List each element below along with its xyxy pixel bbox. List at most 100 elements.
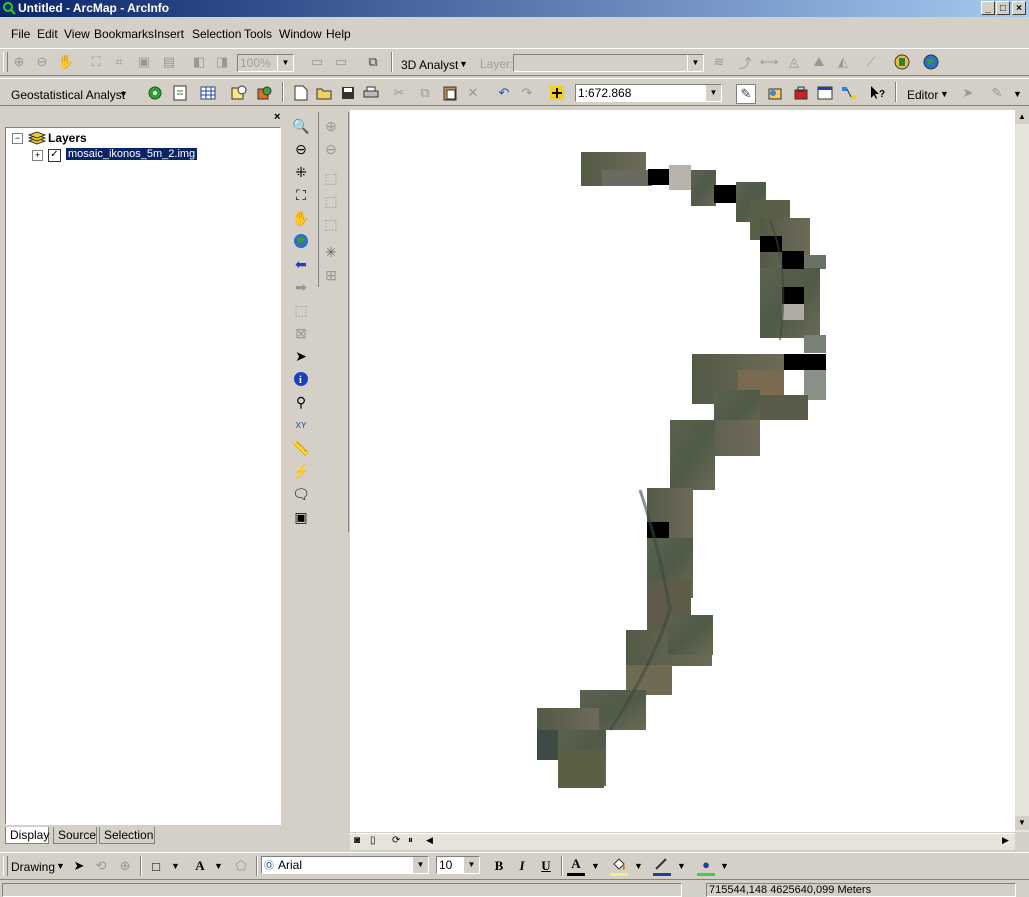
font-name-combo[interactable]: Ⓞ Arial ▼ [261,856,429,874]
whats-this-icon[interactable]: ? [868,84,886,102]
html-popup-icon[interactable]: 🗨 [291,484,311,504]
interpolate-polygon-icon[interactable]: ◭ [834,53,852,71]
scroll-right-icon[interactable]: ▶ [1002,835,1009,846]
pan-icon[interactable]: ✋ [57,53,75,71]
interpolate-line-icon[interactable]: ⛰ [810,53,828,71]
data-view-icon[interactable]: ◙ [354,835,360,846]
chevron-down-icon[interactable]: ▼ [940,89,949,99]
fixed-zoom-in-icon[interactable]: ⁜ [291,162,311,182]
tab-source[interactable]: Source [53,827,97,844]
3d-analyst-menu[interactable]: 3D Analyst [401,58,458,72]
arcscene-icon[interactable] [893,53,911,71]
line-of-sight-icon[interactable]: ⟷ [760,53,779,71]
editor-menu[interactable]: Editor [907,88,938,102]
profile-graph-icon[interactable]: ⟋ [862,53,880,71]
chevron-down-icon[interactable]: ▼ [171,861,180,871]
model-builder-icon[interactable] [840,84,858,102]
menu-window[interactable]: Window [279,27,322,41]
zoom-out-fixed-icon[interactable]: ⊖ [33,53,51,71]
zoom-100-icon[interactable]: ▤ [160,53,178,71]
zoom-percent-combo[interactable]: 100% ▼ [237,54,294,72]
layout-view-icon[interactable]: ▯ [370,835,376,846]
bold-button[interactable]: B [490,857,508,875]
arccatalog-icon[interactable] [766,84,784,102]
editor-toolbar-icon[interactable]: ✎ [736,84,756,104]
menu-view[interactable]: View [64,27,90,41]
font-color-button[interactable]: A [567,855,585,876]
chevron-down-icon[interactable]: ▼ [677,861,686,871]
back-extent-icon[interactable]: ◧ [190,53,208,71]
arctoolbox-icon[interactable] [792,84,810,102]
chevron-down-icon[interactable]: ▼ [56,861,65,871]
layer-visibility-checkbox[interactable]: ✓ [48,149,61,162]
full-extent-icon[interactable]: ⛶ [87,53,105,71]
marker-color-icon[interactable]: ● [697,855,715,876]
print-icon[interactable] [362,84,380,102]
font-size-combo[interactable]: 10 ▼ [436,856,480,874]
chevron-down-icon[interactable]: ▼ [591,861,600,871]
measure-icon[interactable]: 📏 [291,438,311,458]
expand-icon[interactable]: + [32,150,43,161]
close-icon[interactable]: × [274,111,280,123]
go-back-arrow-icon[interactable]: ⬅ [291,254,311,274]
hyperlink-lightning-icon[interactable]: ⚡ [291,461,311,481]
edit-vertices-icon[interactable]: ⬠ [232,857,250,875]
new-document-icon[interactable] [292,84,310,102]
pan-hand-icon[interactable]: ✋ [291,208,311,228]
layout-zoom-out-icon[interactable]: ⊖ [321,139,341,159]
maximize-button[interactable]: □ [996,1,1010,15]
select-features-icon[interactable]: ⬚ [291,300,311,320]
save-icon[interactable] [339,84,357,102]
layout-magnifier-icon[interactable]: ⊞ [321,265,341,285]
contour-icon[interactable]: ≋ [710,53,728,71]
go-forward-arrow-icon[interactable]: ➡ [291,277,311,297]
focus-frame-icon[interactable]: ▭ [332,53,350,71]
line-color-icon[interactable] [653,855,671,876]
layout-fixed-zoom-icon[interactable]: ⬚ [321,168,341,188]
map-horizontal-scrollbar[interactable]: ◙ ▯ ⟳ ⏸ ◀ ▶ [350,833,1015,850]
close-button[interactable]: × [1012,1,1026,15]
arcglobe-icon[interactable] [922,53,940,71]
find-binoculars-icon[interactable]: ⚲ [291,392,311,412]
table-icon[interactable] [199,84,217,102]
map-vertical-scrollbar[interactable]: ▲ ▼ [1015,110,1029,832]
delete-icon[interactable]: ✕ [464,84,482,102]
layout-whole-page-icon[interactable]: ⬚ [321,214,341,234]
time-slider-icon[interactable]: ▣ [291,507,311,527]
full-extent-globe-icon[interactable] [291,231,311,251]
menu-edit[interactable]: Edit [37,27,58,41]
fixed-zoom-icon[interactable]: ⌗ [110,53,128,71]
geostat-wizard-icon[interactable] [171,84,189,102]
toolbar-grip[interactable] [3,856,8,876]
chevron-down-icon[interactable]: ▼ [634,861,643,871]
minimize-button[interactable]: _ [981,1,995,15]
layer-combo[interactable]: ▼ [513,54,704,72]
tab-display[interactable]: Display [5,827,49,844]
redo-icon[interactable]: ↷ [518,84,536,102]
chevron-down-icon[interactable]: ▼ [720,861,729,871]
italic-button[interactable]: I [513,857,531,875]
map-view[interactable] [350,110,1015,832]
text-tool-icon[interactable]: A [191,857,209,875]
rectangle-icon[interactable]: □ [147,857,165,875]
chevron-down-icon[interactable]: ▼ [687,55,703,71]
menu-insert[interactable]: Insert [154,27,184,41]
chevron-down-icon[interactable]: ▼ [119,89,128,99]
toggle-draft-icon[interactable]: ▭ [308,53,326,71]
menu-file[interactable]: File [11,27,30,41]
pause-drawing-icon[interactable]: ⏸ [408,835,413,846]
chevron-down-icon[interactable]: ▼ [459,59,468,69]
command-line-icon[interactable] [816,84,834,102]
identify-icon[interactable]: i [291,369,311,389]
undo-icon[interactable]: ↶ [495,84,513,102]
refresh-icon[interactable]: ⟳ [392,835,400,846]
layer-name-selected[interactable]: mosaic_ikonos_5m_2.img [64,147,199,161]
add-data-icon[interactable] [548,84,566,102]
drawing-menu[interactable]: Drawing [11,860,55,874]
chevron-down-icon[interactable]: ▼ [214,861,223,871]
layout-pan-icon[interactable]: ⬚ [321,191,341,211]
paste-icon[interactable] [441,84,459,102]
toolbar-grip[interactable] [3,52,8,72]
layout-zoom-100-icon[interactable]: ✳ [321,242,341,262]
interpolate-point-icon[interactable]: ◬ [785,53,803,71]
